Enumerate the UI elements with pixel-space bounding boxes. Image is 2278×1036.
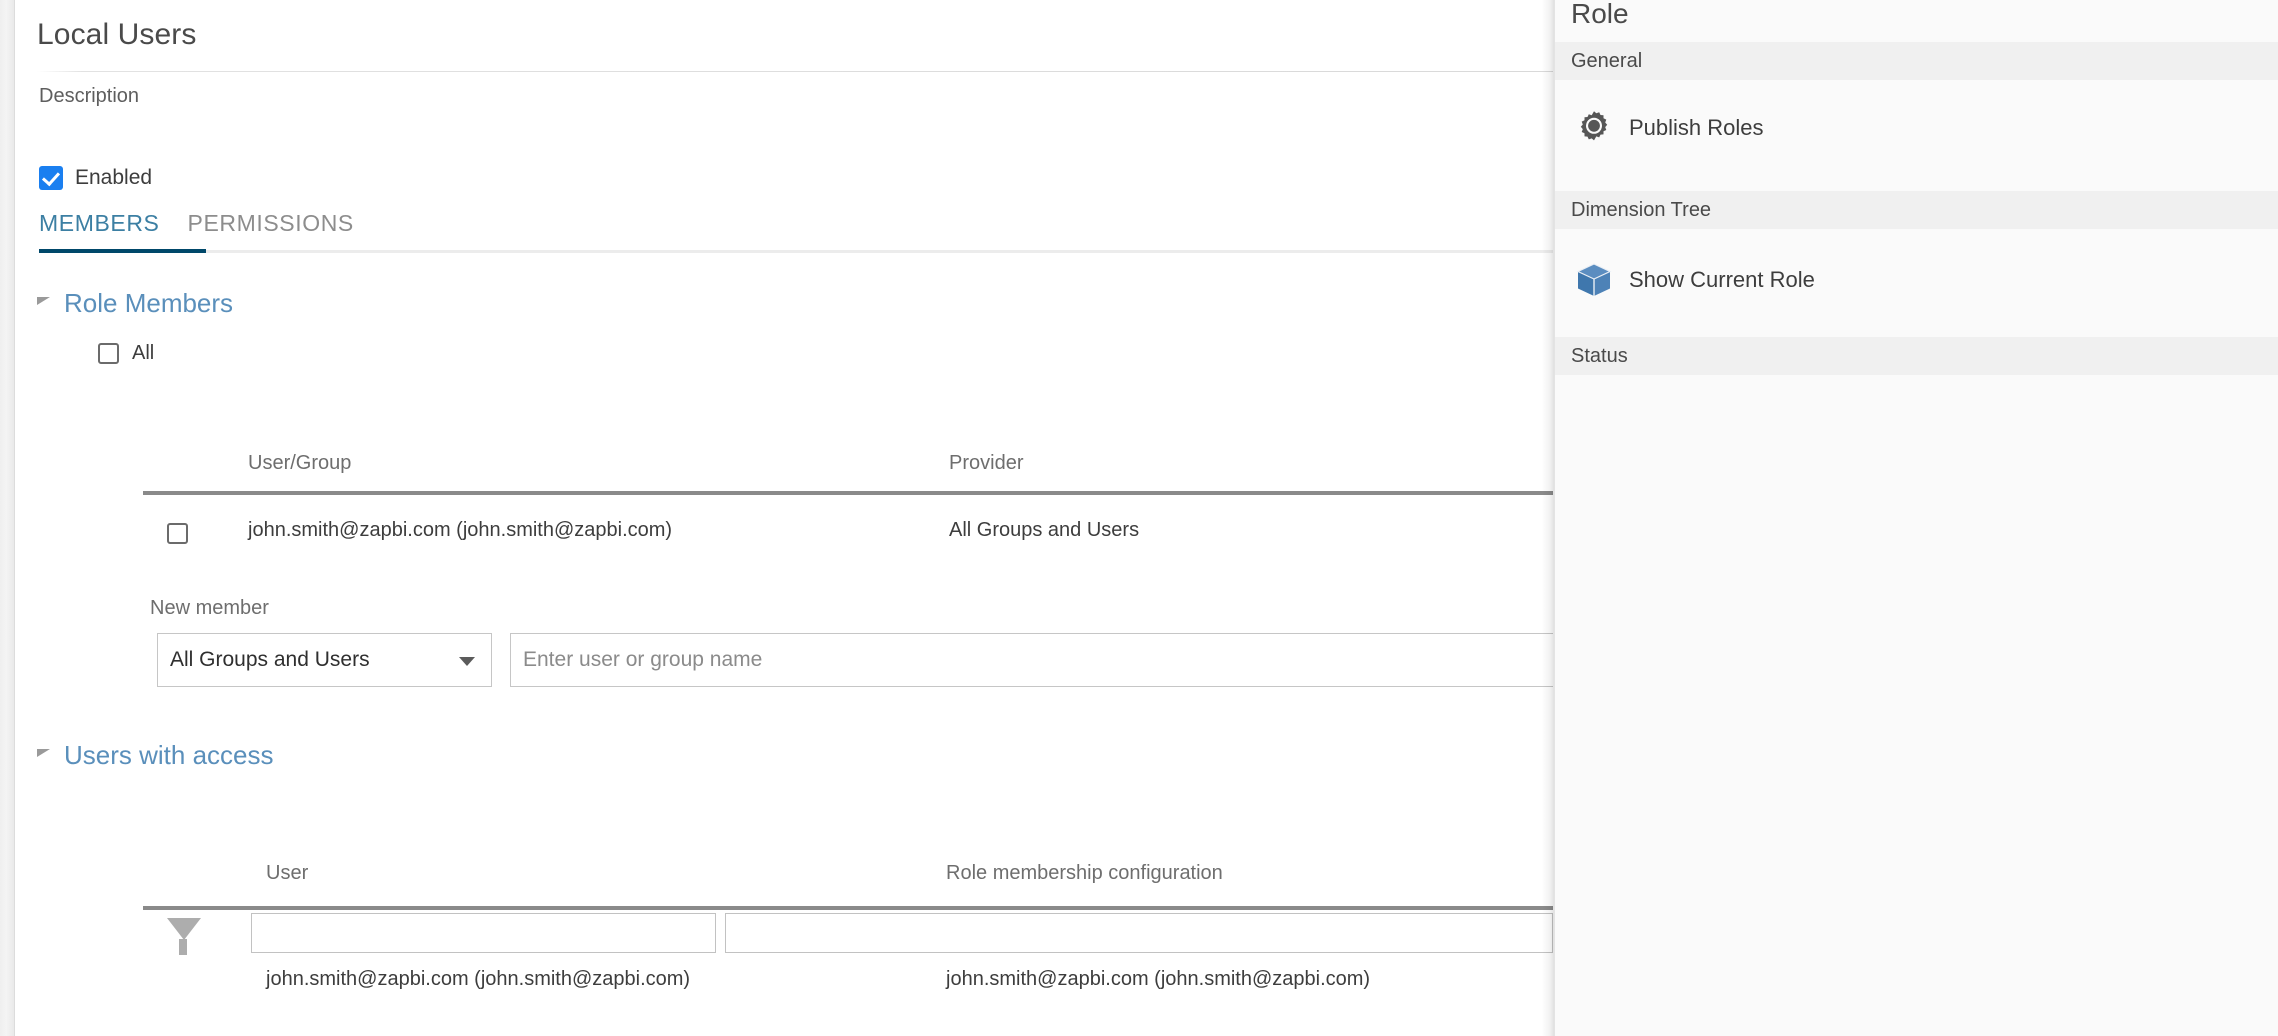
side-panel-item-label: Publish Roles	[1629, 115, 1764, 141]
column-header-user: User	[266, 862, 308, 885]
side-panel-item-label: Show Current Role	[1629, 267, 1815, 293]
users-access-header-rule	[143, 906, 1553, 910]
tab-underline-track	[39, 250, 1553, 253]
members-table-header-rule	[143, 491, 1553, 495]
title-divider	[37, 71, 1553, 72]
side-panel-shadow	[1542, 0, 1554, 1036]
section-header-role-members[interactable]: Role Members	[37, 288, 233, 319]
side-panel-group-header-status: Status	[1555, 337, 2278, 375]
cell-provider: All Groups and Users	[949, 519, 1139, 542]
new-member-name-input[interactable]	[510, 633, 1553, 687]
column-header-user-group: User/Group	[248, 452, 351, 475]
collapse-triangle-icon	[37, 749, 50, 765]
select-all-label: All	[132, 342, 154, 365]
side-panel-group-label: Dimension Tree	[1555, 199, 1711, 222]
page-title: Local Users	[37, 18, 197, 52]
description-label: Description	[39, 85, 139, 108]
app-root: Local Users Description Enabled MEMBERS …	[0, 0, 2278, 1036]
side-panel-item-show-current-role[interactable]: Show Current Role	[1555, 249, 2278, 311]
cell-user: john.smith@zapbi.com (john.smith@zapbi.c…	[266, 968, 690, 991]
enabled-checkbox[interactable]	[39, 166, 63, 190]
tab-permissions[interactable]: PERMISSIONS	[188, 210, 354, 250]
filter-funnel-icon[interactable]	[167, 918, 201, 940]
side-panel: Role General Publish Roles Dimension Tre…	[1554, 0, 2278, 1036]
cell-user-group: john.smith@zapbi.com (john.smith@zapbi.c…	[248, 519, 672, 542]
gear-icon	[1573, 107, 1615, 149]
collapse-triangle-icon	[37, 297, 50, 313]
new-member-provider-value: All Groups and Users	[158, 648, 370, 672]
new-member-provider-select[interactable]: All Groups and Users	[157, 633, 492, 687]
side-panel-group-header-dimension-tree: Dimension Tree	[1555, 191, 2278, 229]
members-table-header: User/Group Provider	[143, 452, 1553, 492]
section-title-role-members: Role Members	[64, 288, 233, 319]
column-header-provider: Provider	[949, 452, 1023, 475]
select-all-checkbox[interactable]	[98, 343, 119, 364]
filter-input-user[interactable]	[251, 913, 716, 953]
left-gutter	[0, 0, 14, 1036]
table-row[interactable]: john.smith@zapbi.com (john.smith@zapbi.c…	[143, 968, 1553, 1018]
cube-icon	[1573, 259, 1615, 301]
side-panel-title: Role	[1571, 0, 1629, 30]
new-member-row: All Groups and Users	[157, 633, 1553, 687]
cell-role-membership-configuration: john.smith@zapbi.com (john.smith@zapbi.c…	[946, 968, 1370, 991]
side-panel-group-label: Status	[1555, 345, 1628, 368]
side-panel-group-header-general: General	[1555, 42, 2278, 80]
section-title-users-with-access: Users with access	[64, 740, 274, 771]
tab-members[interactable]: MEMBERS	[39, 210, 160, 250]
all-checkbox-row[interactable]: All	[98, 342, 154, 365]
section-header-users-with-access[interactable]: Users with access	[37, 740, 274, 771]
side-panel-group-label: General	[1555, 50, 1642, 73]
chevron-down-icon	[459, 657, 475, 666]
tab-active-indicator	[39, 249, 206, 253]
side-panel-item-publish-roles[interactable]: Publish Roles	[1555, 97, 2278, 159]
new-member-label: New member	[150, 597, 269, 620]
enabled-checkbox-row[interactable]: Enabled	[39, 166, 152, 190]
filter-funnel-stem-icon	[179, 939, 187, 955]
tab-bar: MEMBERS PERMISSIONS	[39, 210, 354, 250]
row-select-checkbox-wrap[interactable]	[167, 523, 188, 544]
main-content-pane: Local Users Description Enabled MEMBERS …	[15, 0, 1553, 1036]
table-row[interactable]: john.smith@zapbi.com (john.smith@zapbi.c…	[143, 505, 1553, 565]
filter-input-role-membership-configuration[interactable]	[725, 913, 1553, 953]
column-header-role-membership-configuration: Role membership configuration	[946, 862, 1223, 885]
enabled-label: Enabled	[75, 166, 152, 190]
row-select-checkbox[interactable]	[167, 523, 188, 544]
